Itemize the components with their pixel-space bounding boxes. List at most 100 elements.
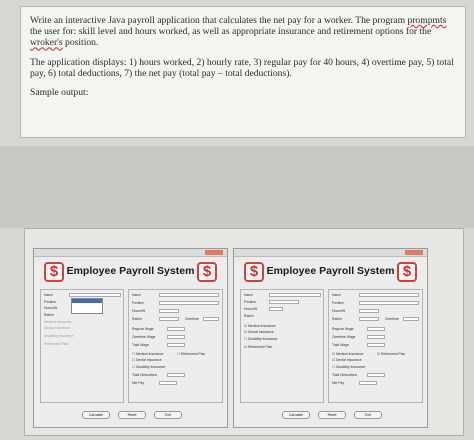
total-deductions-output (167, 373, 185, 377)
dropdown-option[interactable] (72, 310, 102, 314)
position-label: Position (132, 301, 145, 305)
rate-label: Rate/h (332, 317, 342, 321)
dollar-icon: $ (397, 262, 417, 282)
exit-button[interactable]: Exit (154, 411, 182, 419)
net-pay-label: Net Pay (332, 381, 345, 385)
problem-statement: Write an interactive Java payroll applic… (20, 6, 466, 138)
name-label: Name (332, 293, 342, 297)
disability-insurance-item: Disability Insurance (332, 365, 365, 369)
position-label: Position (332, 301, 345, 305)
hours-output (159, 309, 179, 313)
disability-checkbox[interactable]: Disability Insurance (244, 337, 277, 341)
hours-label: Hours/W (244, 307, 258, 311)
medical-insurance-item: Medical Insurance (132, 352, 164, 356)
hours-label: Hours/W (44, 306, 58, 310)
calculate-button[interactable]: Calculate (282, 411, 310, 419)
window-titlebar (34, 249, 227, 257)
hours-label: Hours/W (332, 309, 346, 313)
window-controls[interactable] (205, 250, 223, 255)
sample-output-image: $ Employee Payroll System $ Name Positio… (24, 228, 464, 436)
misspelled-word: prompmts (407, 15, 447, 26)
exit-button[interactable]: Exit (354, 411, 382, 419)
app-header: $ Employee Payroll System $ (34, 261, 227, 287)
total-deductions-label: Total Deductions (332, 373, 358, 377)
name-output (159, 293, 219, 297)
overtime-label: Overtime (185, 317, 199, 321)
input-panel: Name Position Hours/W Rate/h Medical Ins… (240, 289, 324, 403)
rate-output (359, 317, 379, 321)
net-pay-output (159, 381, 177, 385)
dental-checkbox[interactable]: Dental Insurance (44, 326, 70, 330)
rate-label: Rate/h (132, 317, 142, 321)
position-label: Position (244, 300, 257, 304)
app-header: $ Employee Payroll System $ (234, 261, 427, 287)
payroll-window-2: $ Employee Payroll System $ Name Positio… (233, 248, 428, 428)
calculate-button[interactable]: Calculate (82, 411, 110, 419)
reset-button[interactable]: Reset (118, 411, 146, 419)
position-dropdown[interactable] (71, 298, 103, 315)
dental-insurance-item: Dental Insurance (332, 358, 362, 362)
disability-insurance-item: Disability Insurance (132, 365, 165, 369)
name-output (359, 293, 419, 297)
disability-checkbox[interactable]: Disability Insurance (44, 334, 73, 338)
text: position. (62, 37, 99, 49)
retirement-plan-item: Retirement Plan (177, 352, 205, 356)
overtime-wage-output (367, 335, 385, 339)
total-deductions-output (367, 373, 385, 377)
net-pay-output (359, 381, 377, 385)
text: the user for: skill level and hours work… (30, 26, 432, 38)
misspelled-word: wroker's (30, 37, 63, 49)
reset-button[interactable]: Reset (318, 411, 346, 419)
dollar-icon: $ (197, 262, 217, 282)
paragraph-displays: The application displays: 1) hours worke… (30, 56, 454, 79)
rate-label: Rate/h (44, 313, 54, 317)
name-label: Name (244, 293, 254, 297)
hours-output (359, 309, 379, 313)
dental-checkbox[interactable]: Dental Insurance (244, 330, 274, 334)
overtime-wage-output (167, 335, 185, 339)
text: Write an interactive Java payroll applic… (30, 15, 408, 26)
retirement-checkbox[interactable]: Retirement Plan (44, 342, 68, 346)
retirement-checkbox[interactable]: Retirement Plan (244, 345, 272, 349)
output-panel: Name Position Hours/W Rate/h Overtime Re… (328, 289, 423, 403)
sample-output-label: Sample output: (30, 87, 89, 99)
net-pay-label: Net Pay (132, 381, 145, 385)
name-field[interactable] (269, 293, 321, 297)
medical-checkbox[interactable]: Medical Insurance (244, 324, 276, 328)
position-output (159, 301, 219, 305)
regular-wage-output (367, 327, 385, 331)
name-label: Name (132, 293, 142, 297)
output-panel: Name Position Hours/W Rate/h Overtime Re… (128, 289, 223, 403)
hours-field[interactable] (269, 307, 283, 311)
name-label: Name (44, 293, 54, 297)
regular-wage-output (167, 327, 185, 331)
overtime-label: Overtime (385, 317, 399, 321)
position-select[interactable] (269, 300, 299, 304)
position-label: Position (44, 300, 57, 304)
rate-output (159, 317, 179, 321)
total-wage-output (167, 343, 185, 347)
window-controls[interactable] (405, 250, 423, 255)
total-deductions-label: Total Deductions (132, 373, 158, 377)
medical-checkbox[interactable]: Medical Insurance (44, 320, 72, 324)
paragraph-requirements: Write an interactive Java payroll applic… (30, 15, 456, 49)
total-wage-output (367, 343, 385, 347)
position-output (359, 301, 419, 305)
rate-label: Rate/h (244, 314, 254, 318)
overtime-output (403, 317, 419, 321)
overtime-wage-label: Overtime Wage (132, 335, 156, 339)
overtime-output (203, 317, 219, 321)
overtime-wage-label: Overtime Wage (332, 335, 356, 339)
dental-insurance-item: Dental Insurance (132, 358, 162, 362)
regular-wage-label: Regular Wage (332, 327, 354, 331)
hours-label: Hours/W (132, 309, 146, 313)
total-wage-label: Total Wage (332, 343, 349, 347)
window-titlebar (234, 249, 427, 257)
payroll-window-1: $ Employee Payroll System $ Name Positio… (33, 248, 228, 428)
retirement-plan-item: Retirement Plan (377, 352, 405, 356)
total-wage-label: Total Wage (132, 343, 149, 347)
input-panel: Name Position Hours/W Rate/h Medical Ins… (40, 289, 124, 403)
medical-insurance-item: Medical Insurance (332, 352, 364, 356)
name-field[interactable] (69, 293, 121, 297)
background-band (0, 146, 474, 228)
